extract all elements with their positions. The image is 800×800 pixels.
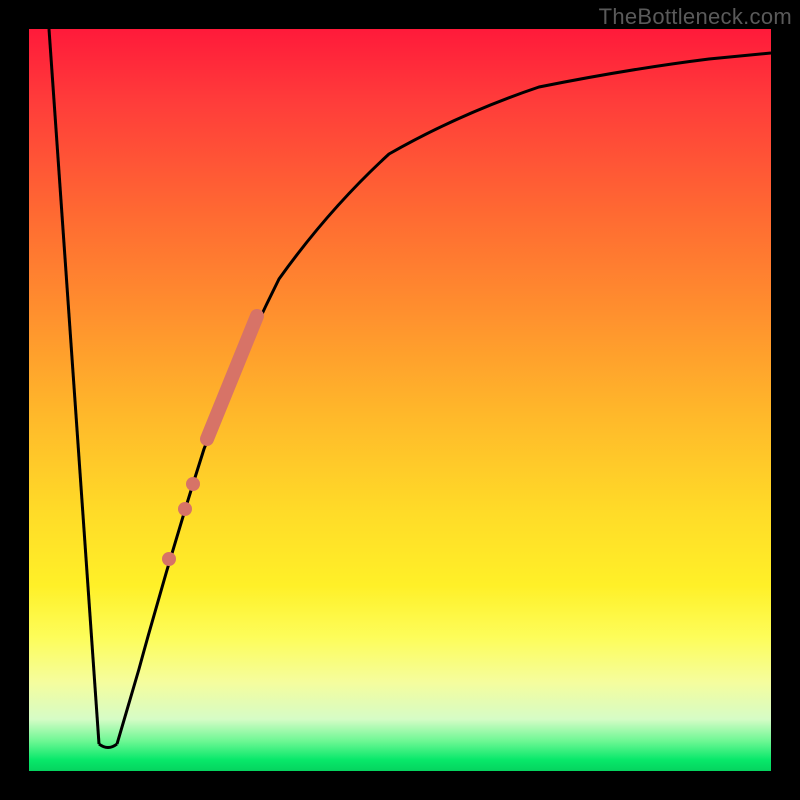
curve-valley-floor: [99, 744, 117, 748]
plot-area: [29, 29, 771, 771]
highlight-dot-3: [162, 552, 176, 566]
chart-svg: [29, 29, 771, 771]
highlight-segment: [207, 316, 257, 439]
highlight-dot-2: [178, 502, 192, 516]
watermark-text: TheBottleneck.com: [599, 4, 792, 30]
curve-rising-asymptote: [117, 53, 771, 744]
chart-container: TheBottleneck.com: [0, 0, 800, 800]
highlight-dot-1: [186, 477, 200, 491]
curve-left-steep: [49, 29, 99, 744]
